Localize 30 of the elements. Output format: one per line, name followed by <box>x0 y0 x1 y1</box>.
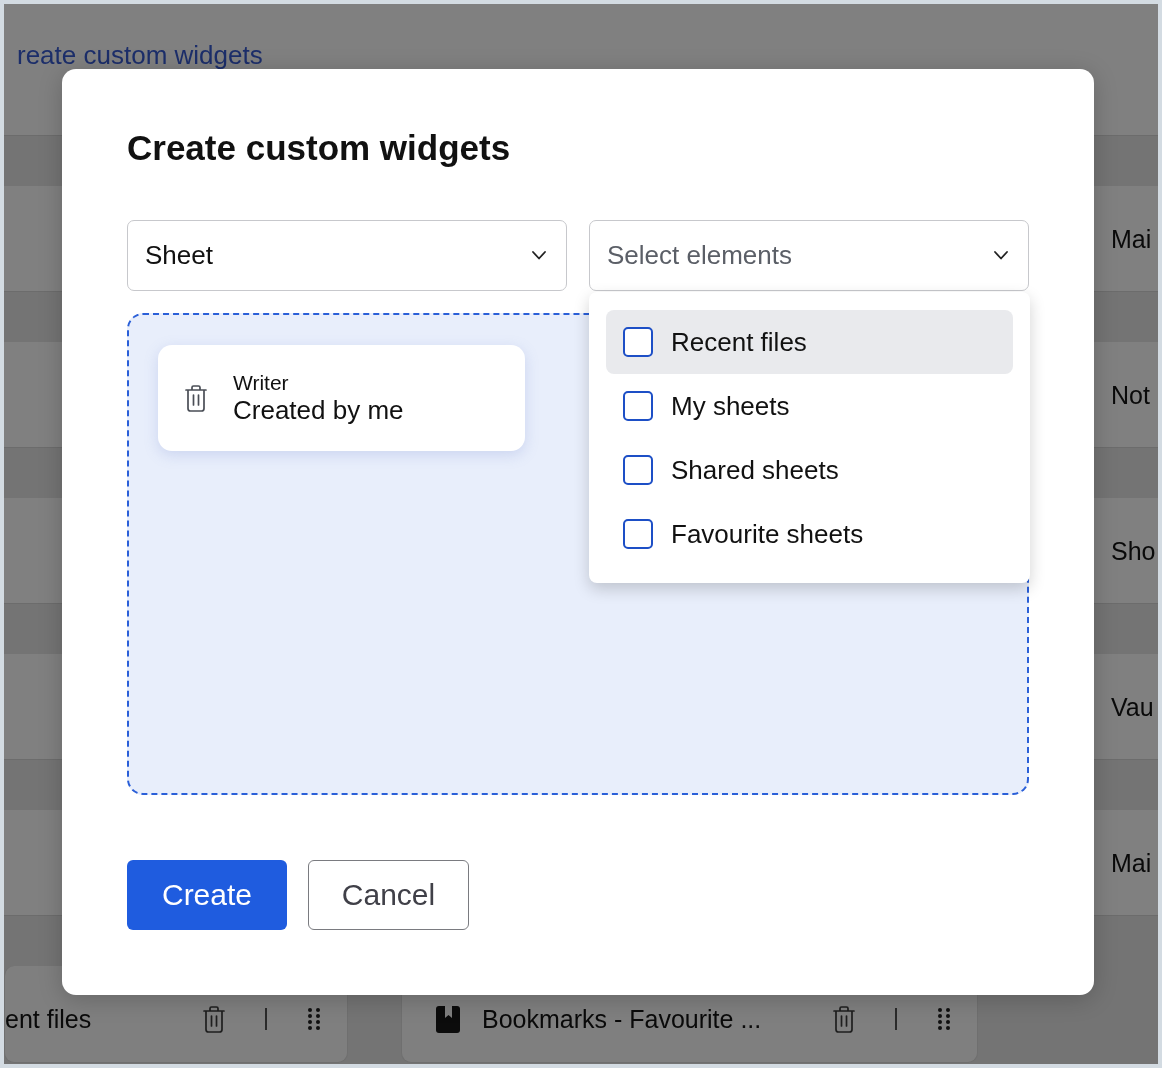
widget-name: Created by me <box>233 395 404 426</box>
widget-title: ent files <box>5 1004 93 1034</box>
row-label: Sho <box>1111 535 1156 566</box>
elements-select[interactable]: Select elements <box>589 220 1029 291</box>
checkbox[interactable] <box>623 455 653 485</box>
widget-app-label: Writer <box>233 370 290 395</box>
checkbox[interactable] <box>623 519 653 549</box>
menu-option[interactable]: Recent files <box>606 310 1013 374</box>
widget-title: Bookmarks - Favourite ... <box>482 1004 763 1034</box>
chevron-down-icon <box>532 251 546 260</box>
trash-icon[interactable] <box>203 1005 225 1033</box>
menu-option[interactable]: Shared sheets <box>606 438 1013 502</box>
dialog-button[interactable]: Create <box>127 860 287 930</box>
trash-icon[interactable] <box>833 1005 855 1033</box>
page-heading: reate custom widgets <box>17 40 263 70</box>
chevron-down-icon <box>994 251 1008 260</box>
dialog-title: Create custom widgets <box>127 127 511 169</box>
row-label: Mai <box>1111 223 1152 254</box>
menu-option[interactable]: My sheets <box>606 374 1013 438</box>
drag-handle-icon[interactable] <box>307 1007 321 1031</box>
checkbox[interactable] <box>623 327 653 357</box>
trash-icon[interactable] <box>185 384 207 412</box>
row-label: Mai <box>1111 847 1152 878</box>
dialog-button[interactable]: Cancel <box>308 860 469 930</box>
type-select[interactable]: Sheet <box>127 220 567 291</box>
drag-handle-icon[interactable] <box>937 1007 951 1031</box>
row-label: Not <box>1111 379 1150 410</box>
row-label: Vau <box>1111 691 1154 722</box>
checkbox[interactable] <box>623 391 653 421</box>
menu-option[interactable]: Favourite sheets <box>606 502 1013 566</box>
